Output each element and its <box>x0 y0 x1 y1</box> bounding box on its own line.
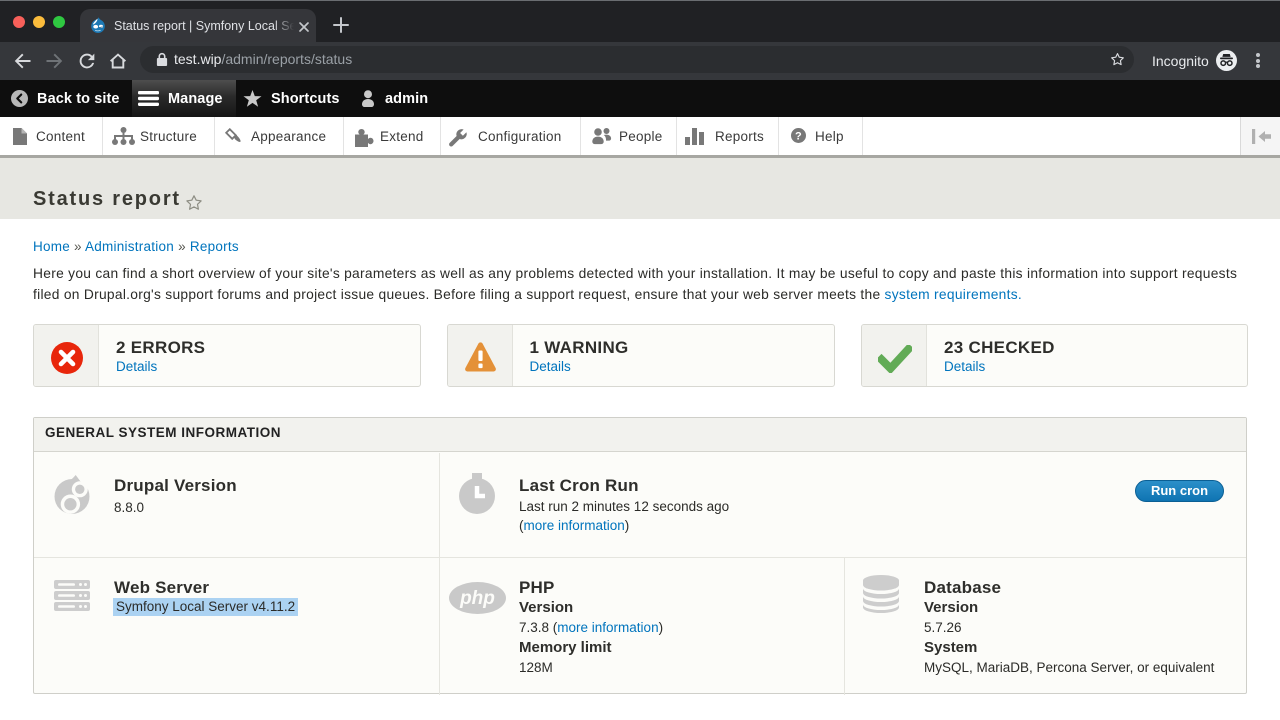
svg-text:?: ? <box>795 131 802 143</box>
svg-text:php: php <box>459 588 495 609</box>
